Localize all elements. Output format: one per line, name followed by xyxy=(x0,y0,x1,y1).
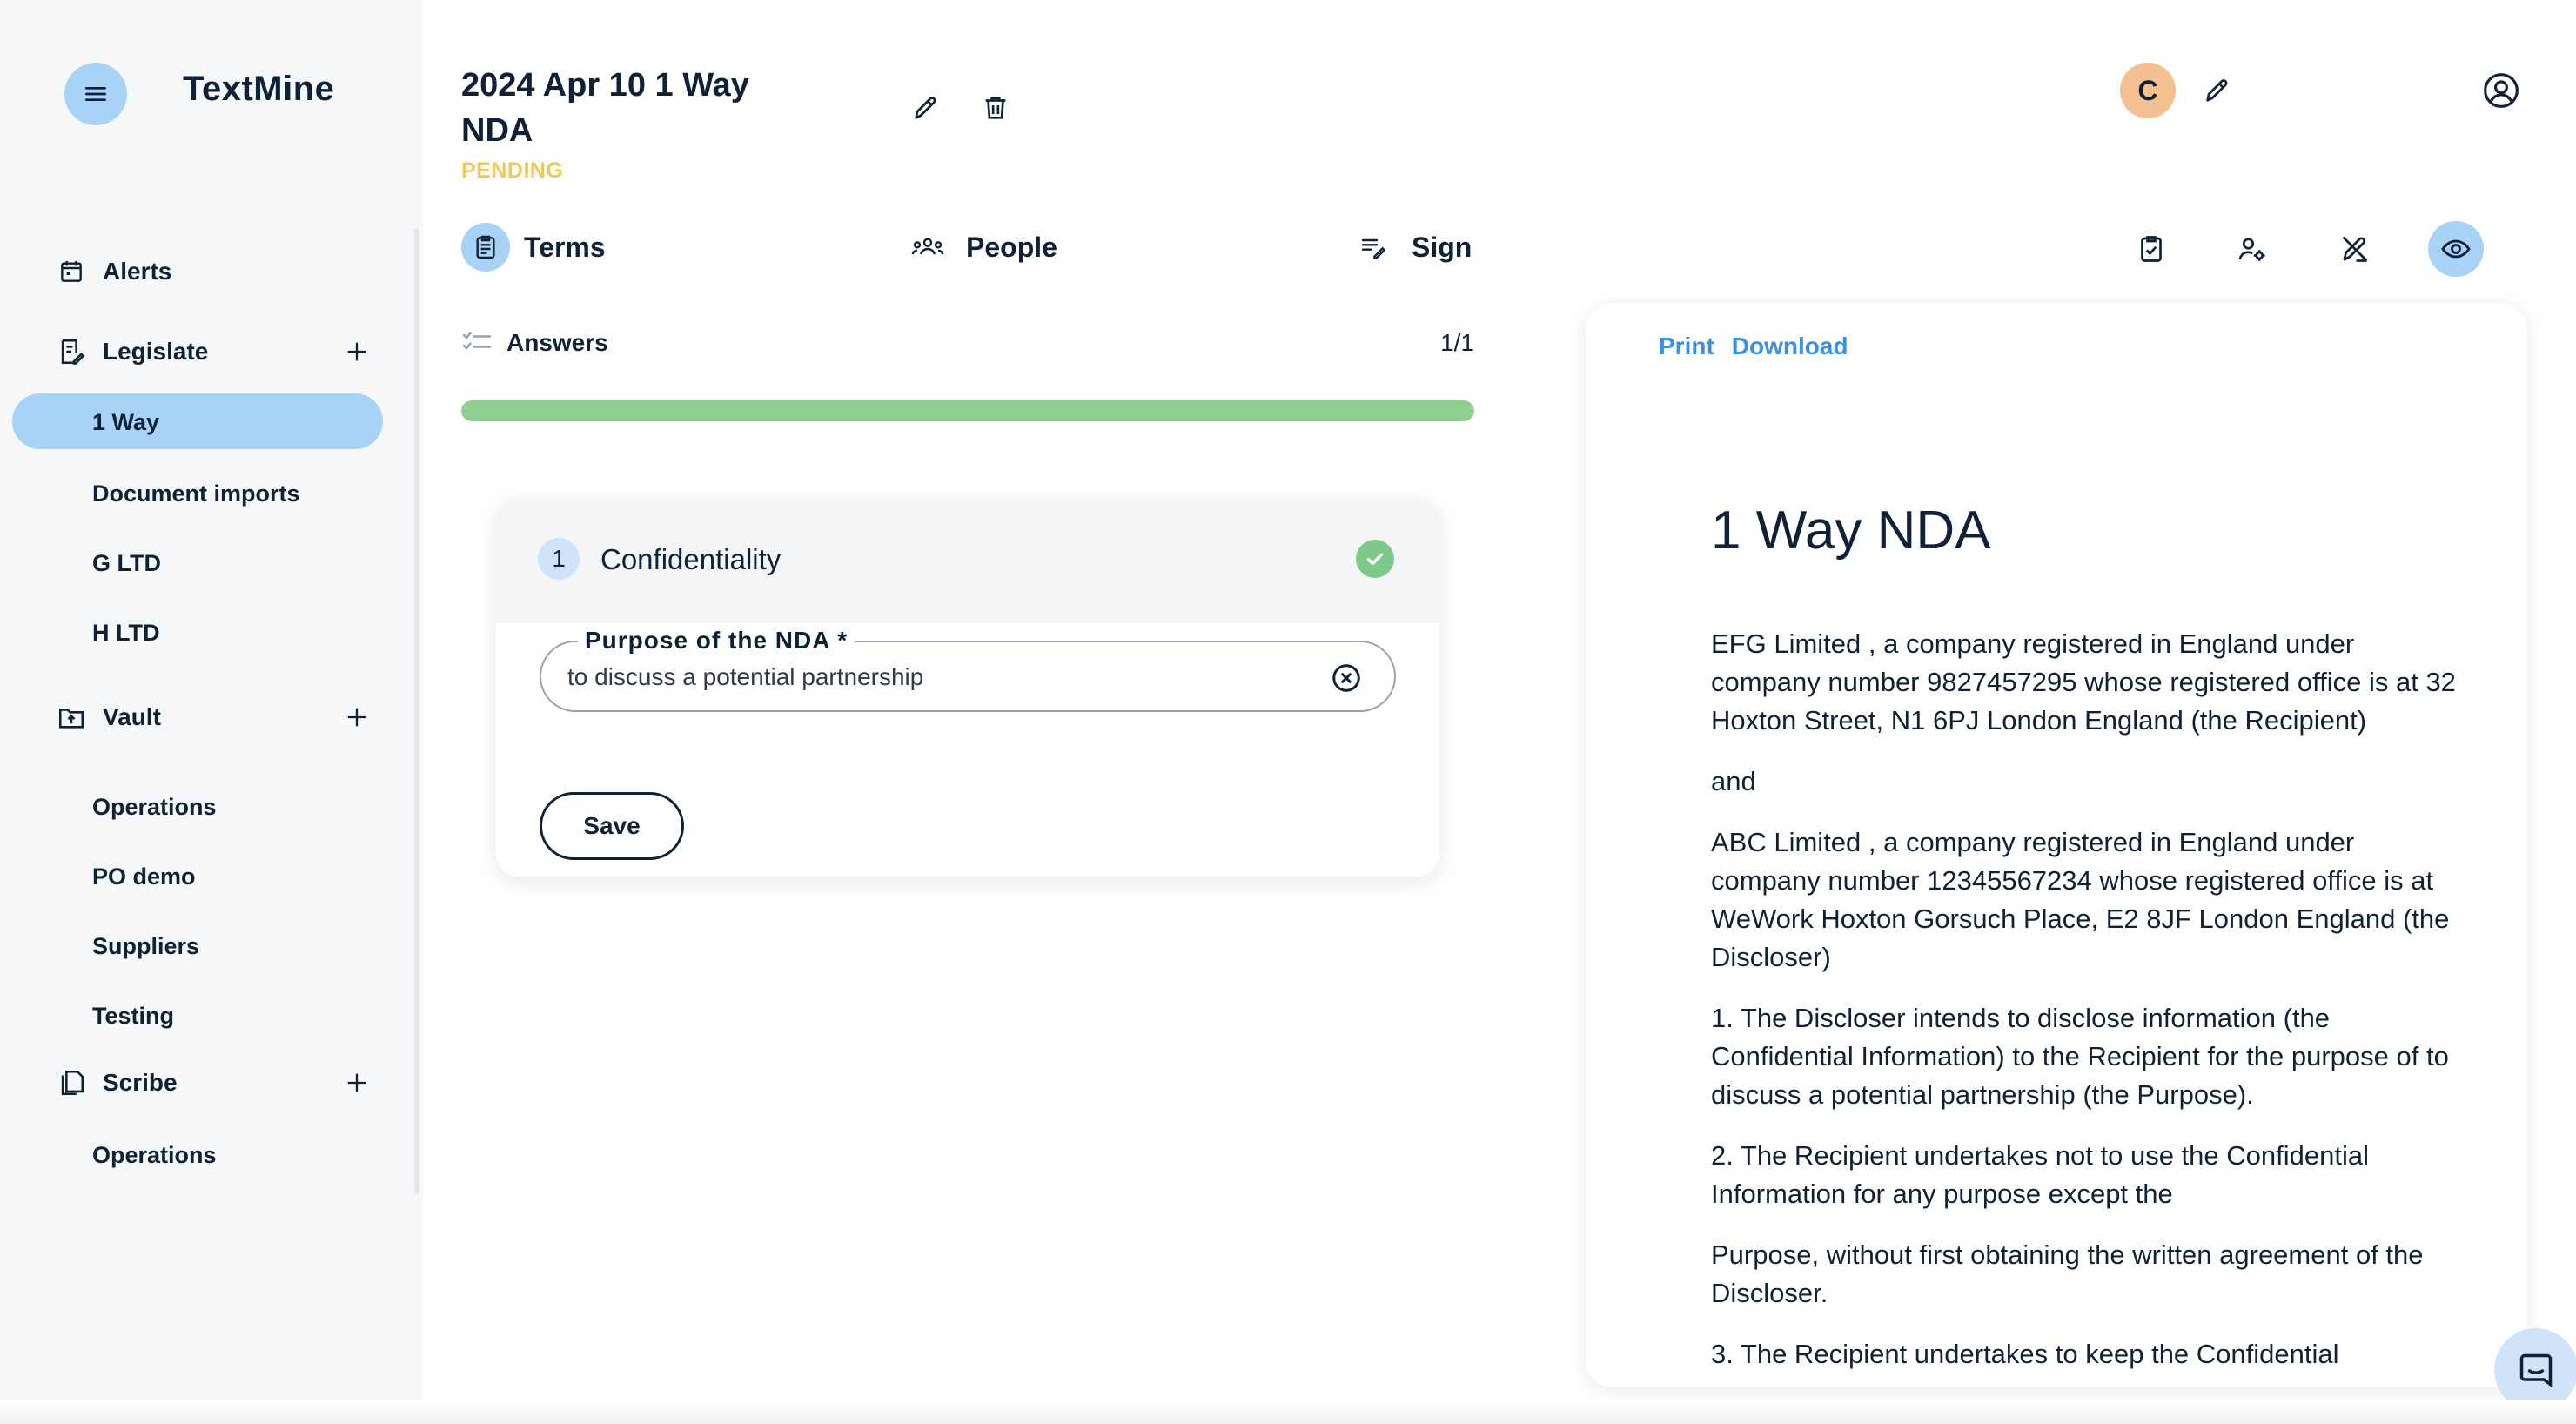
preview-paragraph: and xyxy=(1711,766,1756,796)
clear-field-button[interactable] xyxy=(1330,662,1363,695)
tasks-button[interactable] xyxy=(2123,221,2179,277)
purpose-field-label: Purpose of the NDA * xyxy=(578,627,855,655)
preview-actions: Print Download xyxy=(1659,332,1848,360)
preview-button[interactable] xyxy=(2428,221,2484,277)
menu-button[interactable] xyxy=(64,63,127,125)
question-number: 1 xyxy=(538,538,580,580)
purpose-input[interactable]: to discuss a potential partnership xyxy=(567,663,923,691)
user-circle-icon xyxy=(2484,73,2519,108)
sidebar-item-scribe-operations[interactable]: Operations xyxy=(92,1142,217,1169)
answers-label: Answers xyxy=(506,329,608,356)
hamburger-icon xyxy=(85,87,106,101)
plus-icon xyxy=(347,1073,366,1092)
question-title: Confidentiality xyxy=(600,543,782,575)
preview-paragraph: ABC Limited , a company registered in En… xyxy=(1711,827,2450,972)
document-preview: Print Download 1 Way NDA EFG Limited , a… xyxy=(1586,303,2527,1387)
preview-paragraph: 2. The Recipient undertakes not to use t… xyxy=(1711,1140,2369,1209)
save-button[interactable]: Save xyxy=(540,792,684,860)
brand-logo: TextMine xyxy=(183,70,335,108)
pencil-icon xyxy=(2206,79,2228,102)
edit-title-button[interactable] xyxy=(900,82,952,134)
check-circle-icon xyxy=(1356,540,1394,578)
sidebar-item-suppliers[interactable]: Suppliers xyxy=(92,933,199,960)
clipboard-check-icon xyxy=(2141,236,2162,262)
plus-icon xyxy=(347,342,366,361)
sidebar-item-operations[interactable]: Operations xyxy=(92,794,217,821)
preview-title: 1 Way NDA xyxy=(1711,500,1991,561)
sidebar-item-label: Alerts xyxy=(103,258,172,285)
answers-header: Answers 1/1 xyxy=(461,324,1474,362)
question-card: 1 Confidentiality Purpose of the NDA * t… xyxy=(496,498,1439,877)
delete-button[interactable] xyxy=(969,82,1022,134)
sidebar-item-alerts[interactable]: Alerts xyxy=(54,247,376,296)
user-settings-button[interactable] xyxy=(2224,221,2280,277)
sidebar-item-g-ltd[interactable]: G LTD xyxy=(92,550,161,577)
edit-document-button[interactable] xyxy=(2327,221,2383,277)
print-link[interactable]: Print xyxy=(1659,332,1714,360)
add-scribe-button[interactable] xyxy=(338,1064,376,1102)
clipboard-icon xyxy=(461,223,510,272)
pencil-icon xyxy=(915,97,936,119)
account-button[interactable] xyxy=(2475,64,2527,117)
sidebar-item-legislate[interactable]: Legislate xyxy=(54,327,376,376)
copy-icon xyxy=(54,1065,89,1100)
bottom-edge xyxy=(0,1400,2576,1424)
tab-label: Sign xyxy=(1412,231,1472,263)
preview-paragraph: 3. The Recipient undertakes to keep the … xyxy=(1711,1339,2339,1369)
clear-circle-icon xyxy=(1332,664,1360,692)
tab-label: People xyxy=(966,231,1057,263)
avatar[interactable]: C xyxy=(2120,63,2176,118)
plus-icon xyxy=(347,708,366,727)
sign-list-icon xyxy=(1349,223,1398,272)
trash-icon xyxy=(985,97,1006,119)
download-link[interactable]: Download xyxy=(1732,332,1848,360)
chat-icon xyxy=(2519,1353,2553,1387)
pen-slash-icon xyxy=(2342,236,2368,262)
sidebar-item-1-way[interactable]: 1 Way xyxy=(92,409,159,436)
sidebar-item-vault[interactable]: Vault xyxy=(54,693,376,742)
add-vault-button[interactable] xyxy=(338,698,376,736)
preview-paragraph: 1. The Discloser intends to disclose inf… xyxy=(1711,1003,2449,1110)
tab-label: Terms xyxy=(524,231,606,263)
sidebar-item-scribe[interactable]: Scribe xyxy=(54,1058,376,1107)
sidebar-item-testing[interactable]: Testing xyxy=(92,1003,174,1030)
calendar-icon xyxy=(54,254,89,289)
answers-count: 1/1 xyxy=(1440,329,1474,356)
sidebar-item-h-ltd[interactable]: H LTD xyxy=(92,620,159,647)
purpose-field[interactable]: Purpose of the NDA * to discuss a potent… xyxy=(540,627,1396,712)
preview-paragraph: Purpose, without first obtaining the wri… xyxy=(1711,1239,2424,1308)
page-title: 2024 Apr 10 1 Way NDA xyxy=(461,67,749,149)
preview-body: EFG Limited , a company registered in En… xyxy=(1711,625,2468,1387)
tab-sign[interactable]: Sign xyxy=(1349,221,1472,273)
answers-progress-bar xyxy=(461,400,1474,421)
status-badge: PENDING xyxy=(461,158,564,183)
tab-people[interactable]: People xyxy=(903,221,1057,273)
question-card-header[interactable]: 1 Confidentiality xyxy=(496,498,1439,623)
tab-terms[interactable]: Terms xyxy=(461,221,606,273)
legislate-icon xyxy=(54,334,89,369)
answers-progress-fill xyxy=(461,400,1474,421)
user-gear-icon xyxy=(2238,238,2265,261)
preview-paragraph: EFG Limited , a company registered in En… xyxy=(1711,628,2456,736)
sidebar-item-label: Vault xyxy=(103,703,161,730)
sidebar-item-document-imports[interactable]: Document imports xyxy=(92,480,300,507)
sidebar-item-po-demo[interactable]: PO demo xyxy=(92,863,196,890)
eye-icon xyxy=(2441,239,2471,259)
checklist-icon xyxy=(462,332,492,350)
sidebar-scrollbar[interactable] xyxy=(414,228,419,1194)
add-legislate-button[interactable] xyxy=(338,332,376,371)
sidebar-item-label: Scribe xyxy=(103,1069,178,1096)
sidebar: TextMine Alerts Legislate 1 Way Document… xyxy=(0,0,423,1424)
folder-upload-icon xyxy=(54,700,89,735)
sidebar-active-highlight xyxy=(12,393,383,449)
people-icon xyxy=(903,223,952,272)
sidebar-item-label: Legislate xyxy=(103,338,209,365)
edit-avatar-button[interactable] xyxy=(2191,64,2244,117)
